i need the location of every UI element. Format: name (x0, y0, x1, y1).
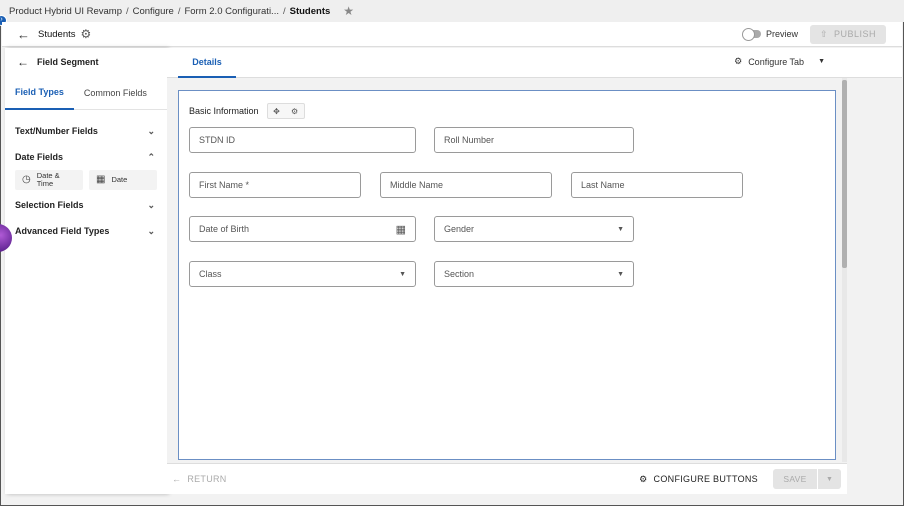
upload-icon: ⇧ (819, 28, 829, 39)
gender-select[interactable]: Gender ▼ (434, 216, 634, 242)
page-header: ← Students ⚙ Preview ⇧ PUBLISH (2, 22, 902, 47)
chevron-down-icon: ⌄ (147, 125, 155, 136)
calendar-icon: ▦ (96, 174, 106, 185)
configure-buttons-label: CONFIGURE BUTTONS (653, 474, 758, 484)
group-date-fields[interactable]: Date Fields ⌃ (5, 144, 167, 170)
scrollbar-thumb[interactable] (842, 80, 847, 268)
breadcrumb-item-form-config[interactable]: Form 2.0 Configurati... (184, 6, 279, 17)
section-select[interactable]: Section ▼ (434, 261, 634, 287)
section-tools: ✥ ⚙ (266, 103, 305, 119)
field-label: STDN ID (199, 135, 235, 145)
field-label: Last Name (581, 180, 625, 190)
arrow-left-icon: ← (172, 474, 182, 484)
field-segment-panel: ← Field Segment Field Types Common Field… (5, 48, 167, 494)
stdn-id-field[interactable]: STDN ID (189, 127, 416, 153)
breadcrumb-separator: / (125, 5, 129, 17)
middle-name-field[interactable]: Middle Name (380, 172, 552, 198)
tab-field-types[interactable]: Field Types (5, 76, 74, 110)
editor-footer: ← RETURN ⚙ CONFIGURE BUTTONS SAVE ▼ (167, 463, 847, 494)
gear-icon: ⚙ (734, 56, 743, 66)
save-options-dropdown[interactable]: ▼ (817, 469, 841, 489)
date-field-chips: ◷ Date & Time ▦ Date (5, 170, 167, 190)
group-selection-fields[interactable]: Selection Fields ⌄ (5, 192, 167, 218)
chevron-up-icon: ⌃ (147, 151, 155, 162)
preview-label: Preview (765, 29, 798, 39)
breadcrumb-separator: / (177, 5, 181, 17)
group-advanced-field-types[interactable]: Advanced Field Types ⌄ (5, 218, 167, 244)
panel-tabs: Field Types Common Fields (5, 76, 167, 110)
group-text-number-fields[interactable]: Text/Number Fields ⌄ (5, 118, 167, 144)
form-editor: Details ⚙ Configure Tab ▼ Basic Informat… (167, 48, 847, 494)
clock-calendar-icon: ◷ (22, 174, 31, 185)
header-actions: Preview ⇧ PUBLISH (741, 24, 886, 44)
field-label: Gender (444, 224, 475, 234)
field-label: Date of Birth (199, 224, 250, 234)
breadcrumb-separator: / (282, 5, 286, 17)
tab-common-fields[interactable]: Common Fields (74, 76, 157, 110)
group-label: Date Fields (15, 152, 64, 162)
right-gutter (847, 48, 902, 78)
field-label: Middle Name (390, 180, 444, 190)
configure-tab-label: Configure Tab (748, 56, 805, 67)
chip-label: Date (111, 175, 128, 184)
field-label: First Name * (199, 180, 250, 190)
chip-label: Date & Time (36, 171, 60, 188)
caret-down-icon: ▼ (826, 475, 833, 483)
breadcrumb-item-project[interactable]: Product Hybrid UI Revamp (9, 6, 122, 17)
breadcrumb: Product Hybrid UI Revamp / Configure / F… (0, 0, 904, 22)
first-name-field[interactable]: First Name * (189, 172, 361, 198)
last-name-field[interactable]: Last Name (571, 172, 743, 198)
roll-number-field[interactable]: Roll Number (434, 127, 634, 153)
group-label: Selection Fields (15, 200, 84, 210)
configure-tab-button[interactable]: ⚙ Configure Tab ▼ (734, 56, 825, 67)
caret-down-icon: ▼ (818, 58, 825, 65)
tab-details[interactable]: Details (178, 48, 236, 78)
section-title: Basic Information (189, 106, 259, 116)
chip-date-time[interactable]: ◷ Date & Time (15, 170, 83, 190)
return-button[interactable]: ← RETURN (172, 474, 227, 484)
form-canvas: Basic Information ✥ ⚙ STDN ID Roll Numbe… (178, 90, 836, 460)
caret-down-icon: ▼ (617, 270, 624, 278)
move-icon[interactable]: ✥ (268, 104, 286, 118)
group-label: Advanced Field Types (15, 226, 110, 236)
vertical-scrollbar[interactable] (842, 78, 847, 462)
configure-buttons-button[interactable]: ⚙ CONFIGURE BUTTONS (639, 474, 758, 485)
calendar-icon[interactable]: ▦ (396, 223, 406, 236)
gear-icon: ⚙ (639, 473, 648, 484)
field-label: Roll Number (444, 135, 495, 145)
class-select[interactable]: Class ▼ (189, 261, 416, 287)
field-label: Section (444, 269, 475, 279)
chip-date[interactable]: ▦ Date (89, 170, 157, 190)
gear-icon[interactable]: ⚙ (81, 27, 92, 41)
main-tabs: Details ⚙ Configure Tab ▼ (167, 48, 847, 78)
chevron-down-icon: ⌄ (147, 225, 155, 236)
preview-toggle[interactable] (741, 28, 761, 41)
breadcrumb-item-configure[interactable]: Configure (133, 6, 174, 17)
group-label: Text/Number Fields (15, 126, 98, 136)
page-title: Students (38, 28, 76, 40)
field-label: Class (199, 269, 222, 279)
caret-down-icon: ▼ (399, 270, 406, 278)
section-header: Basic Information ✥ ⚙ (189, 103, 305, 119)
date-of-birth-field[interactable]: Date of Birth ▦ (189, 216, 416, 242)
publish-label: PUBLISH (834, 29, 877, 39)
return-label: RETURN (187, 474, 227, 484)
panel-header: ← Field Segment (5, 48, 167, 76)
gear-icon[interactable]: ⚙ (286, 104, 304, 118)
chevron-down-icon: ⌄ (147, 199, 155, 210)
back-arrow-icon[interactable]: ← (17, 55, 29, 69)
publish-button[interactable]: ⇧ PUBLISH (810, 24, 886, 44)
save-button[interactable]: SAVE (773, 469, 817, 489)
caret-down-icon: ▼ (617, 225, 624, 233)
back-arrow-icon[interactable]: ← (17, 27, 30, 42)
star-icon[interactable]: ★ (343, 4, 354, 18)
save-button-group: SAVE ▼ (773, 469, 841, 489)
breadcrumb-current: Students (289, 5, 331, 17)
panel-title: Field Segment (37, 57, 99, 67)
